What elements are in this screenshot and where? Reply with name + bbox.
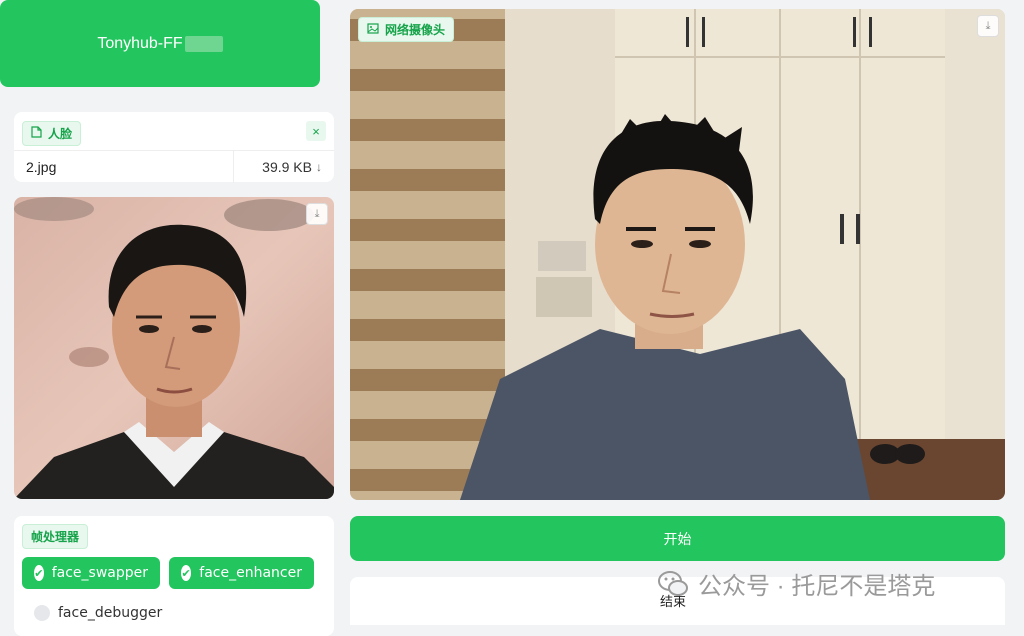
webcam-preview: 网络摄像头 ⤓ <box>350 9 1005 500</box>
face-file-label: 人脸 <box>22 121 82 146</box>
checkmark-icon: ✔ <box>34 565 44 581</box>
wechat-icon <box>658 570 688 596</box>
file-icon <box>31 126 42 141</box>
frame-processor-label: 帧处理器 <box>22 524 89 549</box>
frame-processor-panel: 帧处理器 ✔ face_swapper ✔ face_enhancer face… <box>14 516 334 636</box>
close-icon[interactable]: × <box>306 121 326 141</box>
file-name[interactable]: 2.jpg <box>14 159 233 175</box>
face-enhancer-label: face_enhancer <box>199 565 302 581</box>
face-swapper-label: face_swapper <box>51 565 148 581</box>
face-enhancer-checkbox[interactable]: ✔ face_enhancer <box>169 557 314 589</box>
checkmark-icon: ✔ <box>181 565 192 581</box>
unchecked-icon <box>34 605 50 621</box>
webcam-label: 网络摄像头 <box>358 17 455 42</box>
watermark-text: 公众号 · 托尼不是塔克 <box>698 573 936 600</box>
download-icon[interactable]: ⤓ <box>977 15 999 37</box>
image-icon <box>367 22 379 37</box>
face-file-panel: 人脸 × 2.jpg 39.9 KB ↓ <box>14 112 334 183</box>
redacted-text <box>184 35 223 52</box>
file-size-value: 39.9 KB <box>262 159 312 175</box>
face-swapper-checkbox[interactable]: ✔ face_swapper <box>22 557 160 589</box>
face-file-label-text: 人脸 <box>48 127 73 141</box>
webcam-label-text: 网络摄像头 <box>385 23 446 37</box>
face-debugger-label: face_debugger <box>58 605 163 621</box>
start-button[interactable]: 开始 <box>350 516 1005 561</box>
face-image-preview: ⤓ <box>14 197 334 499</box>
face-portrait-image <box>14 197 334 499</box>
download-icon[interactable]: ⤓ <box>306 203 328 225</box>
webcam-feed-image <box>350 9 1005 500</box>
app-title: Tonyhub-FF <box>97 34 183 52</box>
file-row[interactable]: 2.jpg 39.9 KB ↓ <box>14 150 334 183</box>
download-icon[interactable]: ↓ <box>316 160 322 174</box>
app-title-banner: Tonyhub-FF <box>0 0 320 87</box>
file-size: 39.9 KB ↓ <box>233 151 334 183</box>
watermark: 公众号 · 托尼不是塔克 <box>656 566 935 601</box>
face-debugger-checkbox[interactable]: face_debugger <box>34 605 162 621</box>
